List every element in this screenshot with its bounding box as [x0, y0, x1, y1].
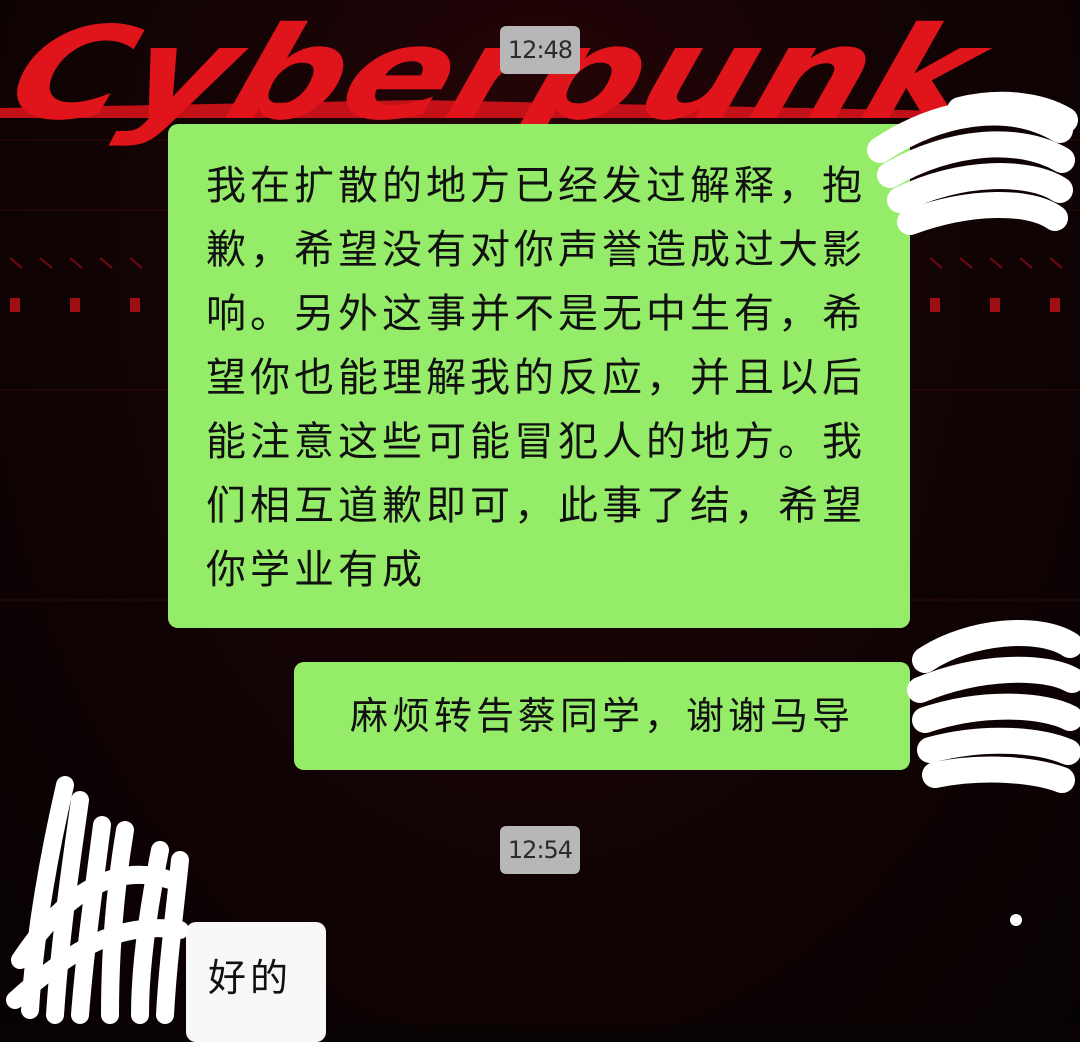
redacted-avatar-middle-right [907, 620, 1080, 793]
redacted-avatar-bottom-left [6, 776, 189, 1024]
redacted-avatar-top-right [867, 91, 1078, 235]
avatar-redaction-scribbles [6, 91, 1080, 1024]
